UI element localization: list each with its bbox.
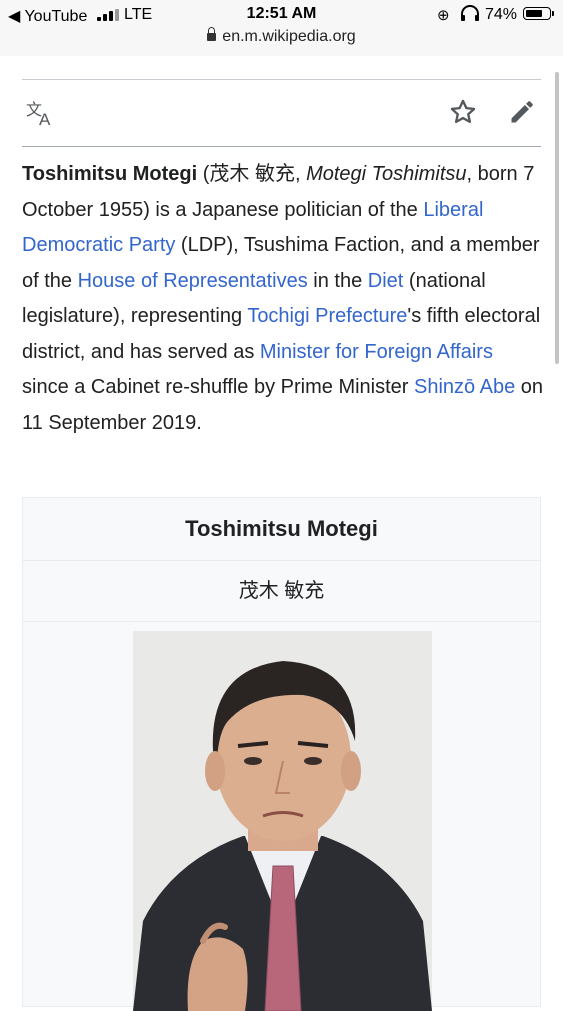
rotation-lock-icon: ⊕ <box>437 7 450 24</box>
article-subject-name: Toshimitsu Motegi <box>22 163 198 185</box>
scrollbar[interactable] <box>555 72 559 364</box>
battery-icon <box>523 7 554 20</box>
lock-icon <box>207 27 217 41</box>
link-tochigi-prefecture[interactable]: Tochigi Prefecture <box>247 305 407 327</box>
address-url: en.m.wikipedia.org <box>222 28 356 45</box>
link-shinzo-abe[interactable]: Shinzō Abe <box>414 376 515 398</box>
translate-icon[interactable]: 文 A <box>26 100 56 133</box>
pencil-icon[interactable] <box>508 98 536 133</box>
star-icon[interactable] <box>449 98 477 133</box>
portrait-photo[interactable] <box>133 631 432 1011</box>
battery-percent: 74% <box>485 6 518 23</box>
page-actions-toolbar: 文 A <box>0 80 563 146</box>
address-bar[interactable]: en.m.wikipedia.org <box>0 27 563 46</box>
svg-text:A: A <box>39 110 51 126</box>
link-house-of-representatives[interactable]: House of Representatives <box>78 270 308 292</box>
headphones-icon <box>460 5 480 26</box>
link-diet[interactable]: Diet <box>368 270 404 292</box>
infobox-native-name: 茂木 敏充 <box>23 561 540 622</box>
divider <box>22 146 541 147</box>
status-bar: ◀ YouTube LTE 12:51 AM en.m.wikipedia.or… <box>0 0 563 56</box>
infobox: Toshimitsu Motegi 茂木 敏充 <box>22 497 541 1011</box>
infobox-title: Toshimitsu Motegi <box>23 498 540 561</box>
link-minister-for-foreign-affairs[interactable]: Minister for Foreign Affairs <box>260 341 493 363</box>
article-lead-paragraph: Toshimitsu Motegi (茂木 敏充, Motegi Toshimi… <box>22 163 544 434</box>
romanized-name: Motegi Toshimitsu <box>306 163 467 185</box>
